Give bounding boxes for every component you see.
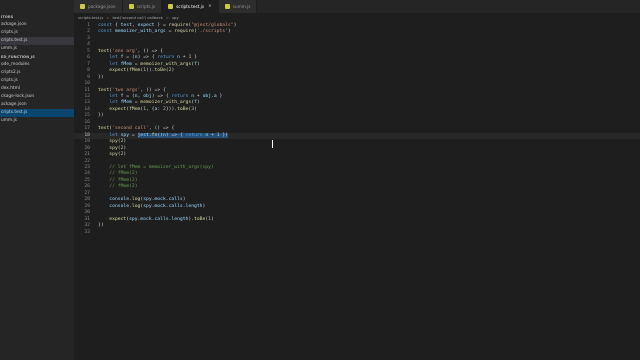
breadcrumb-separator: >: [106, 15, 110, 20]
file-tree-item[interactable]: cripts2.js: [0, 69, 74, 77]
breadcrumb-separator: >: [165, 15, 170, 20]
tab-package-json[interactable]: package.json: [74, 0, 123, 13]
breadcrumb: scripts.test.js > test('second call') ca…: [78, 14, 182, 21]
js-file-icon: [224, 4, 230, 9]
file-tree-item[interactable]: ckage-lock.json: [0, 93, 74, 101]
tab-label: scripts.test.js: [176, 4, 205, 9]
js-file-icon: [128, 4, 134, 9]
file-tree-item[interactable]: ode_modules: [0, 61, 74, 69]
open-editors-header[interactable]: ITORS: [0, 13, 74, 21]
editor-area: package.json scripts.js scripts.test.js × su…: [74, 0, 640, 360]
code-line[interactable]: 33: [74, 230, 640, 236]
file-tree-item[interactable]: ackage.json: [0, 101, 74, 109]
open-editor-item[interactable]: cripts.test.js: [0, 37, 74, 45]
tab-label: summ.js: [232, 4, 251, 9]
code-editor[interactable]: 1 const { test, expect } = require("@jest…: [74, 23, 640, 236]
open-editors-list: ackage.json cripts.js cripts.test.js umm.js: [0, 21, 74, 53]
mouse-cursor-icon: [272, 140, 274, 148]
workspace-header[interactable]: ED_FUNCTION_JS: [0, 53, 74, 61]
close-icon[interactable]: ×: [208, 4, 212, 9]
js-file-icon: [168, 4, 174, 9]
explorer-sidebar: ITORS ackage.json cripts.js cripts.test.js…: [0, 0, 74, 360]
workspace-file-list: ode_modules cripts2.js cripts.js dex.html ck…: [0, 61, 74, 125]
tab-bar: package.json scripts.js scripts.test.js × su…: [74, 0, 640, 13]
tab-summ-js[interactable]: summ.js: [218, 0, 258, 13]
tab-scripts-test-js[interactable]: scripts.test.js ×: [162, 0, 219, 13]
tab-label: package.json: [88, 4, 116, 9]
breadcrumb-file[interactable]: scripts.test.js: [78, 15, 103, 20]
file-tree-item[interactable]: dex.html: [0, 85, 74, 93]
breadcrumb-symbol[interactable]: spy: [172, 15, 179, 20]
line-number: 33: [84, 229, 90, 235]
tab-scripts-js[interactable]: scripts.js: [122, 0, 163, 13]
open-editor-item[interactable]: umm.js: [0, 45, 74, 53]
tab-label: scripts.js: [136, 4, 156, 9]
file-tree-item[interactable]: umm.js: [0, 117, 74, 125]
selected-text[interactable]: jest.fn((n) => { return n + 1 }): [137, 132, 228, 138]
file-tree-item[interactable]: cripts.js: [0, 77, 74, 85]
open-editor-item[interactable]: cripts.js: [0, 29, 74, 37]
file-tree-item[interactable]: cripts.test.js: [0, 109, 74, 117]
breadcrumb-callback[interactable]: test('second call') callback: [113, 15, 163, 20]
json-file-icon: [80, 4, 85, 9]
open-editor-item[interactable]: ackage.json: [0, 21, 74, 29]
